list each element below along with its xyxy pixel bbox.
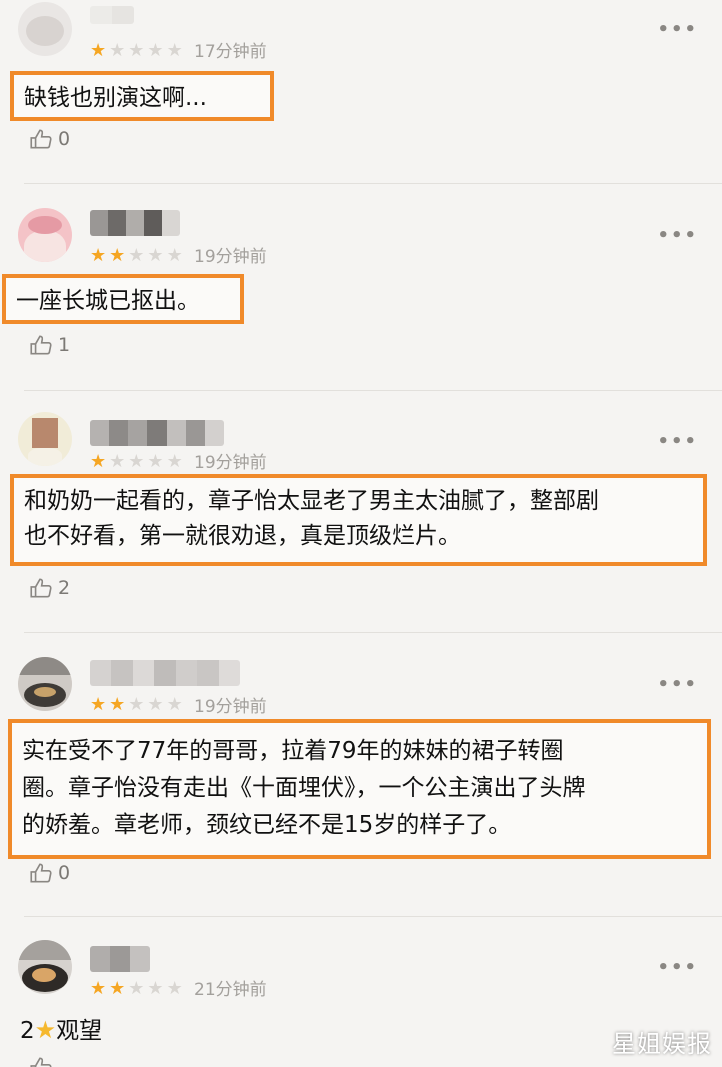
- comment-text-line: 的娇羞。章老师，颈纹已经不是15岁的样子了。: [22, 812, 512, 838]
- thumbs-up-icon: [30, 863, 52, 883]
- comment-text-line: 实在受不了77年的哥哥，拉着79年的妹妹的裙子转圈: [22, 738, 564, 764]
- star-icon: ★: [166, 245, 183, 266]
- comment-text-prefix: 2: [20, 1018, 35, 1044]
- like-count: 1: [58, 334, 71, 356]
- avatar[interactable]: [18, 412, 72, 466]
- more-options-icon[interactable]: •••: [657, 958, 698, 978]
- thumbs-up-icon: [30, 129, 52, 149]
- avatar[interactable]: [18, 2, 72, 56]
- star-icon: ★: [90, 694, 107, 715]
- star-icon: ★: [147, 40, 164, 61]
- star-icon: ★: [147, 694, 164, 715]
- like-button[interactable]: 1: [28, 332, 70, 358]
- star-icon: ★: [147, 978, 164, 999]
- comment-text: 缺钱也别演这啊...: [24, 85, 207, 111]
- comment-text-highlight: 和奶奶一起看的，章子怡太显老了男主太油腻了，整部剧 也不好看，第一就很劝退，真是…: [10, 474, 707, 566]
- like-count: 0: [58, 128, 71, 150]
- comment-time: 21分钟前: [194, 980, 267, 1000]
- comment-time: 19分钟前: [194, 453, 267, 473]
- rating-stars: ★ ★ ★ ★ ★: [90, 41, 183, 61]
- comment-time: 19分钟前: [194, 247, 267, 267]
- star-icon: ★: [166, 451, 183, 472]
- star-icon: ★: [90, 40, 107, 61]
- avatar[interactable]: [18, 657, 72, 711]
- avatar[interactable]: [18, 940, 72, 994]
- like-button[interactable]: 2: [28, 575, 70, 601]
- more-options-icon[interactable]: •••: [657, 20, 698, 40]
- comment-text-line: 和奶奶一起看的，章子怡太显老了男主太油腻了，整部剧: [24, 488, 599, 514]
- star-icon: ★: [166, 40, 183, 61]
- star-emoji-icon: ★: [34, 1016, 57, 1044]
- username-blurred[interactable]: [90, 6, 134, 24]
- rating-stars: ★ ★ ★ ★ ★: [90, 246, 183, 266]
- star-icon: ★: [109, 694, 126, 715]
- thumbs-up-icon: [30, 578, 52, 598]
- star-icon: ★: [166, 978, 183, 999]
- star-icon: ★: [128, 245, 145, 266]
- like-count: 0: [58, 862, 71, 884]
- like-button[interactable]: 0: [28, 126, 70, 152]
- divider: [24, 632, 722, 633]
- comment-text: 2★观望: [20, 1013, 102, 1049]
- divider: [24, 390, 722, 391]
- divider: [24, 183, 722, 184]
- star-icon: ★: [90, 978, 107, 999]
- comment-time: 19分钟前: [194, 697, 267, 717]
- rating-stars: ★ ★ ★ ★ ★: [90, 979, 183, 999]
- watermark: 星姐娱报: [612, 1030, 712, 1058]
- username-blurred[interactable]: [90, 946, 150, 972]
- star-icon: ★: [109, 978, 126, 999]
- star-icon: ★: [90, 245, 107, 266]
- comment-text-suffix: 观望: [56, 1018, 103, 1044]
- avatar[interactable]: [18, 208, 72, 262]
- comment-text-highlight: 实在受不了77年的哥哥，拉着79年的妹妹的裙子转圈 圈。章子怡没有走出《十面埋伏…: [8, 719, 711, 859]
- star-icon: ★: [128, 40, 145, 61]
- rating-stars: ★ ★ ★ ★ ★: [90, 452, 183, 472]
- star-icon: ★: [128, 694, 145, 715]
- star-icon: ★: [147, 245, 164, 266]
- like-count: 2: [58, 577, 71, 599]
- username-blurred[interactable]: [90, 660, 240, 686]
- more-options-icon[interactable]: •••: [657, 432, 698, 452]
- username-blurred[interactable]: [90, 210, 180, 236]
- comment-text-highlight: 一座长城已抠出。: [2, 274, 244, 324]
- star-icon: ★: [147, 451, 164, 472]
- comment-text-line: 圈。章子怡没有走出《十面埋伏》，一个公主演出了头牌: [22, 775, 586, 801]
- username-blurred[interactable]: [90, 420, 224, 446]
- comment-text-line: 也不好看，第一就很劝退，真是顶级烂片。: [24, 523, 461, 549]
- like-button[interactable]: 0: [28, 860, 70, 886]
- star-icon: ★: [109, 451, 126, 472]
- comment-time: 17分钟前: [194, 42, 267, 62]
- star-icon: ★: [128, 451, 145, 472]
- comment-text: 一座长城已抠出。: [16, 288, 200, 314]
- more-options-icon[interactable]: •••: [657, 226, 698, 246]
- comment-text-highlight: 缺钱也别演这啊...: [10, 71, 274, 121]
- star-icon: ★: [128, 978, 145, 999]
- rating-stars: ★ ★ ★ ★ ★: [90, 695, 183, 715]
- divider: [24, 916, 722, 917]
- thumbs-up-icon: [30, 1057, 52, 1067]
- star-icon: ★: [166, 694, 183, 715]
- star-icon: ★: [109, 245, 126, 266]
- star-icon: ★: [109, 40, 126, 61]
- star-icon: ★: [90, 451, 107, 472]
- like-button[interactable]: [28, 1054, 54, 1067]
- thumbs-up-icon: [30, 335, 52, 355]
- more-options-icon[interactable]: •••: [657, 675, 698, 695]
